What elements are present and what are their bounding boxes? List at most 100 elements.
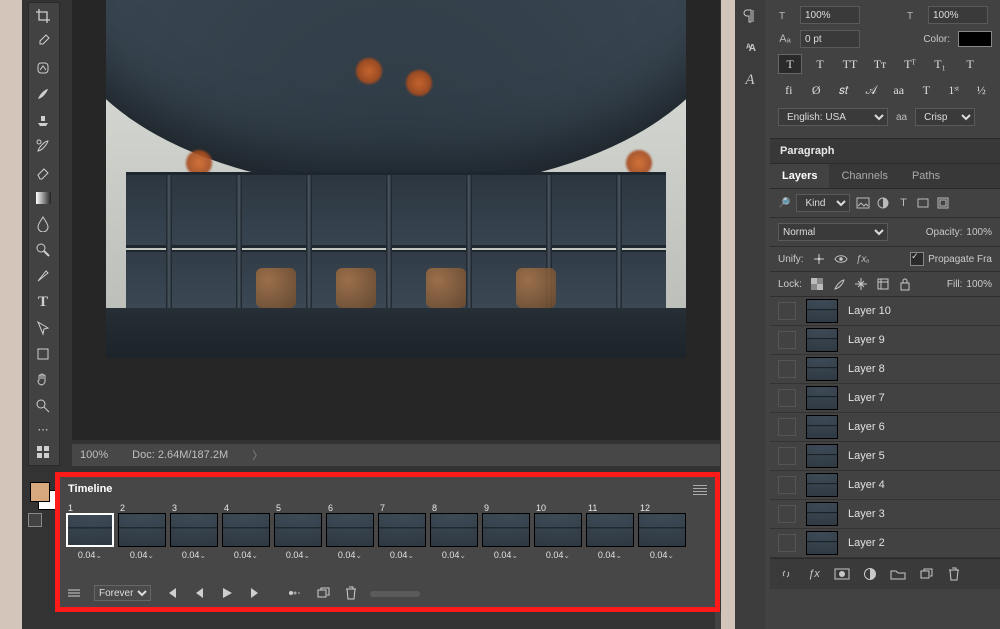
character-panel-icon[interactable]: ᴬA [740, 38, 760, 58]
layer-row[interactable]: Layer 10 [770, 297, 1000, 326]
tween-button[interactable] [287, 585, 303, 601]
first-frame-button[interactable] [163, 585, 179, 601]
layer-name[interactable]: Layer 8 [848, 363, 885, 375]
tab-paths[interactable]: Paths [900, 164, 952, 188]
eraser-tool[interactable] [29, 159, 57, 185]
visibility-toggle[interactable] [778, 389, 796, 407]
lock-image-icon[interactable] [832, 277, 846, 291]
blend-mode-select[interactable]: Normal [778, 223, 888, 241]
visibility-toggle[interactable] [778, 418, 796, 436]
timeline-frame[interactable]: 60.04⌄ [326, 503, 374, 569]
layer-name[interactable]: Layer 4 [848, 479, 885, 491]
leading-input[interactable] [928, 6, 988, 24]
layer-name[interactable]: Layer 7 [848, 392, 885, 404]
filter-shape-icon[interactable] [916, 196, 930, 210]
timeline-frame[interactable]: 40.04⌄ [222, 503, 270, 569]
unify-style-icon[interactable]: ƒxₐ [856, 252, 870, 266]
eyedropper-tool[interactable] [29, 29, 57, 55]
timeline-frame[interactable]: 90.04⌄ [482, 503, 530, 569]
doc-size[interactable]: Doc: 2.64M/187.2M [132, 449, 228, 461]
text-format-button[interactable]: 𝑠𝑡 [833, 80, 855, 100]
language-select[interactable]: English: USA [778, 108, 888, 126]
dodge-tool[interactable] [29, 237, 57, 263]
visibility-toggle[interactable] [778, 360, 796, 378]
type-tool[interactable]: T [29, 289, 57, 315]
text-format-button[interactable]: ½ [971, 80, 993, 100]
status-more-icon[interactable]: 〉 [252, 447, 263, 463]
text-color-swatch[interactable] [958, 31, 992, 47]
text-format-button[interactable]: T [808, 54, 832, 74]
timeline-frame[interactable]: 120.04⌄ [638, 503, 686, 569]
timeline-frame[interactable]: 30.04⌄ [170, 503, 218, 569]
duplicate-frame-button[interactable] [315, 585, 331, 601]
layer-name[interactable]: Layer 2 [848, 537, 885, 549]
lock-position-icon[interactable] [854, 277, 868, 291]
canvas[interactable] [106, 0, 686, 358]
filter-image-icon[interactable] [856, 196, 870, 210]
zoom-tool[interactable] [29, 393, 57, 419]
visibility-toggle[interactable] [778, 505, 796, 523]
propagate-checkbox[interactable] [910, 252, 924, 266]
paragraph-panel-icon[interactable] [740, 6, 760, 26]
path-selection-tool[interactable] [29, 315, 57, 341]
text-format-button[interactable]: aa [888, 80, 910, 100]
timeline-frame[interactable]: 80.04⌄ [430, 503, 478, 569]
blur-tool[interactable] [29, 211, 57, 237]
timeline-menu-icon[interactable] [693, 485, 707, 495]
visibility-toggle[interactable] [778, 447, 796, 465]
shape-tool[interactable] [29, 341, 57, 367]
visibility-toggle[interactable] [778, 476, 796, 494]
layer-name[interactable]: Layer 5 [848, 450, 885, 462]
layer-row[interactable]: Layer 9 [770, 326, 1000, 355]
layer-row[interactable]: Layer 7 [770, 384, 1000, 413]
color-swatches[interactable] [28, 480, 58, 510]
text-format-button[interactable]: Tᴛ [868, 54, 892, 74]
timeline-frame[interactable]: 100.04⌄ [534, 503, 582, 569]
timeline-frame[interactable]: 70.04⌄ [378, 503, 426, 569]
delete-frame-button[interactable] [343, 585, 359, 601]
delete-layer-icon[interactable] [946, 566, 962, 582]
text-format-button[interactable]: T₁ [928, 54, 952, 74]
play-button[interactable] [219, 585, 235, 601]
clone-stamp-tool[interactable] [29, 107, 57, 133]
antialias-select[interactable]: Crisp [915, 108, 975, 126]
zoom-level[interactable]: 100% [80, 449, 108, 461]
filter-adjustment-icon[interactable] [876, 196, 890, 210]
crop-tool[interactable] [29, 3, 57, 29]
opacity-value[interactable]: 100% [966, 227, 992, 238]
pen-tool[interactable] [29, 263, 57, 289]
layer-fx-icon[interactable]: ƒx [806, 566, 822, 582]
toolbox-extra[interactable]: ⋯ [29, 419, 57, 439]
text-format-button[interactable]: T [916, 80, 938, 100]
glyphs-panel-icon[interactable]: A [740, 70, 760, 90]
layer-name[interactable]: Layer 9 [848, 334, 885, 346]
timeline-frame[interactable]: 50.04⌄ [274, 503, 322, 569]
visibility-toggle[interactable] [778, 534, 796, 552]
timeline-frame[interactable]: 10.04⌄ [66, 503, 114, 569]
text-format-button[interactable]: T [958, 54, 982, 74]
gradient-tool[interactable] [29, 185, 57, 211]
lock-transparency-icon[interactable] [810, 277, 824, 291]
hand-tool[interactable] [29, 367, 57, 393]
prev-frame-button[interactable] [191, 585, 207, 601]
convert-timeline-icon[interactable] [66, 585, 82, 601]
visibility-toggle[interactable] [778, 331, 796, 349]
healing-brush-tool[interactable] [29, 55, 57, 81]
unify-position-icon[interactable] [812, 252, 826, 266]
filter-type-icon[interactable]: T [896, 196, 910, 210]
default-colors[interactable] [28, 513, 42, 527]
layer-name[interactable]: Layer 3 [848, 508, 885, 520]
layer-name[interactable]: Layer 10 [848, 305, 891, 317]
text-format-button[interactable]: fi [778, 80, 800, 100]
font-size-input[interactable] [800, 6, 860, 24]
layer-row[interactable]: Layer 4 [770, 471, 1000, 500]
timeline-frame[interactable]: 110.04⌄ [586, 503, 634, 569]
layer-row[interactable]: Layer 3 [770, 500, 1000, 529]
text-format-button[interactable]: T [778, 54, 802, 74]
filter-smart-icon[interactable] [936, 196, 950, 210]
tab-layers[interactable]: Layers [770, 164, 829, 188]
brush-tool[interactable] [29, 81, 57, 107]
layer-mask-icon[interactable] [834, 566, 850, 582]
loop-select[interactable]: Forever [94, 585, 151, 601]
layer-row[interactable]: Layer 8 [770, 355, 1000, 384]
